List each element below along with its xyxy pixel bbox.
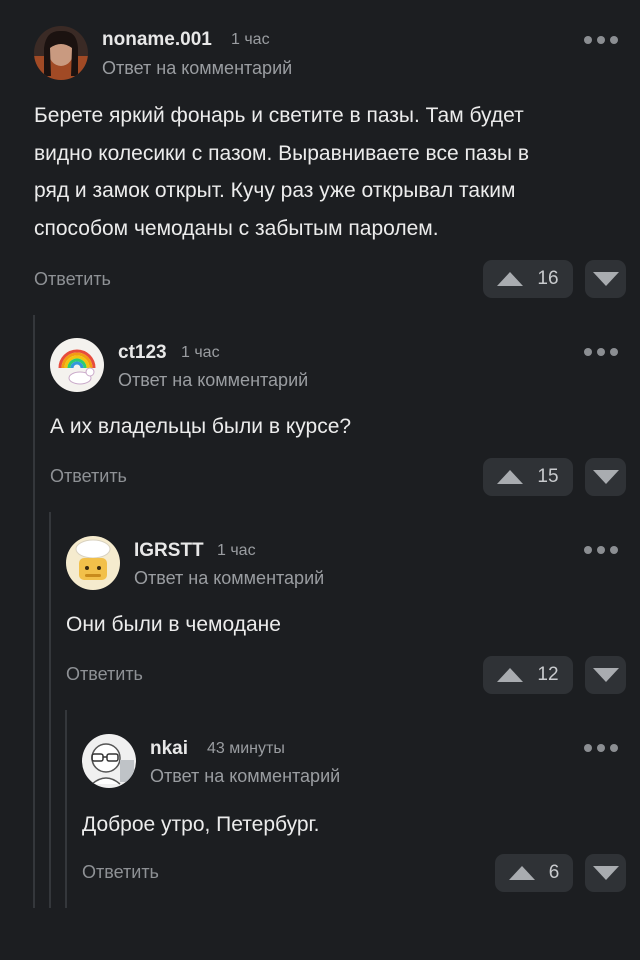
reply-to-link[interactable]: Ответ на комментарий [118,370,308,391]
reply-to-link[interactable]: Ответ на комментарий [102,58,292,79]
vote-count: 15 [537,466,559,487]
comment-text: А их владельцы были в курсе? [50,408,610,446]
reply-button[interactable]: Ответить [82,862,159,883]
reply-to-link[interactable]: Ответ на комментарий [150,766,340,787]
thread-line [33,315,35,908]
comment-time: 43 минуты [207,740,285,757]
comment-text-line: Доброе утро, Петербург. [82,813,320,836]
reply-button[interactable]: Ответить [50,466,127,487]
comment-time: 1 час [217,542,256,559]
arrow-up-icon [508,866,535,880]
thread-line [65,710,67,908]
upvote-button[interactable]: 12 [483,656,573,694]
downvote-button[interactable] [585,854,626,892]
username[interactable]: ct123 [118,342,167,364]
comment-text-line: способом чемоданы с забытым паролем. [34,216,439,240]
reply-to-link[interactable]: Ответ на комментарий [134,568,324,589]
comment-text: Они были в чемодане [66,606,606,644]
vote-count: 12 [537,664,559,685]
more-options-icon[interactable] [584,36,618,44]
arrow-down-icon [592,866,619,880]
username[interactable]: nkai [150,738,188,760]
more-options-icon[interactable] [584,744,618,752]
arrow-down-icon [592,470,619,484]
comment-text-line: ряд и замок открыт. Кучу раз уже открыва… [34,179,516,202]
reply-button[interactable]: Ответить [34,269,111,290]
username[interactable]: IGRSTT [134,540,204,562]
arrow-down-icon [592,668,619,682]
arrow-down-icon [592,272,619,286]
more-options-icon[interactable] [584,348,618,356]
avatar[interactable] [50,338,104,392]
upvote-button[interactable]: 6 [495,854,573,892]
downvote-button[interactable] [585,656,626,694]
comment-text-line: Берете яркий фонарь и светите в пазы. Та… [34,104,524,127]
arrow-up-icon [497,470,524,484]
comment-text: Берете яркий фонарь и светите в пазы. Та… [34,97,624,247]
downvote-button[interactable] [585,458,626,496]
comment-text-line: видно колесики с пазом. Выравниваете все… [34,141,530,165]
avatar[interactable] [34,26,88,80]
reply-button[interactable]: Ответить [66,664,143,685]
arrow-up-icon [497,668,524,682]
upvote-button[interactable]: 15 [483,458,573,496]
comment-time: 1 час [181,344,220,361]
comment-text-line: А их владельцы были в курсе? [50,415,352,438]
upvote-button[interactable]: 16 [483,260,573,298]
avatar[interactable] [82,734,136,788]
comment-time: 1 час [231,31,270,48]
vote-count: 16 [537,268,559,289]
avatar[interactable] [66,536,120,590]
vote-count: 6 [548,862,560,883]
thread-line [49,512,51,908]
comment-text-line: Они были в чемодане [66,613,281,636]
more-options-icon[interactable] [584,546,618,554]
comment-text: Доброе утро, Петербург. [82,806,602,844]
arrow-up-icon [497,272,524,286]
downvote-button[interactable] [585,260,626,298]
username[interactable]: noname.001 [102,29,212,51]
